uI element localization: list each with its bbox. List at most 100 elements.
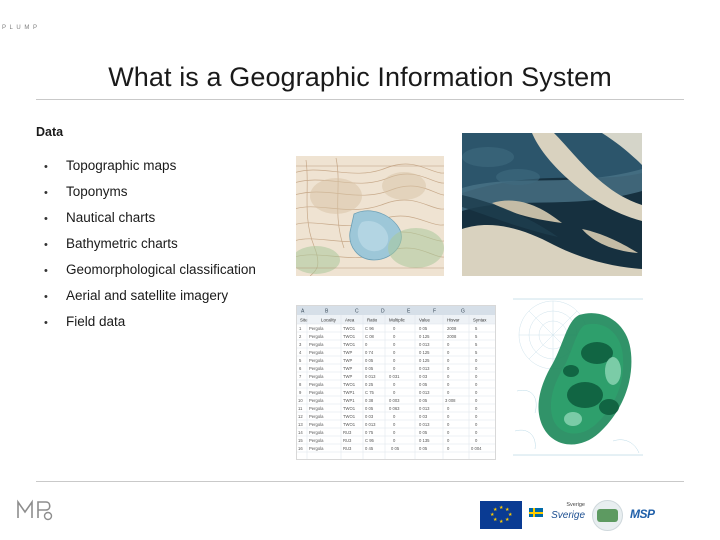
svg-text:12: 12	[298, 414, 303, 419]
organization-logo	[12, 496, 58, 532]
svg-text:RU3: RU3	[343, 438, 352, 443]
svg-text:0 45: 0 45	[365, 446, 374, 451]
bathymetric-chart-image	[513, 291, 643, 461]
svg-text:Locality: Locality	[321, 318, 337, 323]
svg-text:Pergola: Pergola	[309, 382, 324, 387]
svg-text:Pergola: Pergola	[309, 446, 324, 451]
svg-text:0 013: 0 013	[419, 342, 430, 347]
svg-text:C 75: C 75	[365, 390, 375, 395]
list-item-label: Bathymetric charts	[66, 236, 178, 251]
svg-text:0 03: 0 03	[365, 414, 374, 419]
svg-text:0 05: 0 05	[365, 358, 374, 363]
svg-text:0 135: 0 135	[419, 438, 430, 443]
svg-text:0 03: 0 03	[419, 414, 428, 419]
svg-text:Hisvar: Hisvar	[447, 318, 460, 323]
svg-text:D: D	[381, 309, 385, 315]
svg-text:0 05: 0 05	[419, 382, 428, 387]
sweden-logo: Sverige Sverige	[529, 501, 585, 529]
attribute-table-image: A B C D E F G Site Locality Area Ratio M…	[296, 305, 496, 460]
svg-text:Pergola: Pergola	[309, 374, 324, 379]
svg-text:0 003: 0 003	[389, 398, 400, 403]
eu-flag-icon: ★ ★ ★ ★ ★ ★ ★ ★	[480, 501, 522, 529]
svg-text:TWO1: TWO1	[343, 406, 356, 411]
bullet-marker-icon: •	[44, 265, 48, 277]
svg-text:Pergola: Pergola	[309, 398, 324, 403]
svg-text:Pergola: Pergola	[309, 350, 324, 355]
svg-text:0 063: 0 063	[389, 406, 400, 411]
svg-text:0 125: 0 125	[419, 350, 430, 355]
aerial-satellite-image	[462, 133, 642, 276]
list-item-label: Nautical charts	[66, 210, 156, 225]
svg-text:Pergola: Pergola	[309, 342, 324, 347]
bullet-marker-icon: •	[44, 161, 48, 173]
svg-text:TWO1: TWO1	[343, 382, 356, 387]
svg-text:0 013: 0 013	[419, 422, 430, 427]
svg-text:C 08: C 08	[365, 334, 375, 339]
svg-text:13: 13	[298, 422, 303, 427]
bullet-marker-icon: •	[44, 187, 48, 199]
svg-text:TWO1: TWO1	[343, 414, 356, 419]
list-item-label: Aerial and satellite imagery	[66, 288, 229, 303]
svg-text:C: C	[355, 309, 359, 315]
svg-text:Pergola: Pergola	[309, 430, 324, 435]
svg-text:Pergola: Pergola	[309, 334, 324, 339]
svg-text:Pergola: Pergola	[309, 366, 324, 371]
svg-text:2008: 2008	[447, 334, 457, 339]
svg-text:0 004: 0 004	[471, 446, 482, 451]
footer-divider	[36, 481, 684, 482]
svg-text:Syntax: Syntax	[473, 318, 487, 323]
bullet-marker-icon: •	[44, 213, 48, 225]
svg-text:0 013: 0 013	[365, 422, 376, 427]
round-logo-mark	[597, 508, 618, 522]
svg-text:TWP1: TWP1	[343, 390, 355, 395]
svg-text:Multiplic: Multiplic	[389, 318, 406, 323]
slide: What is a Geographic Information System …	[0, 0, 720, 540]
svg-text:TWP: TWP	[343, 358, 353, 363]
svg-text:0 75: 0 75	[365, 430, 374, 435]
svg-text:TWP: TWP	[343, 366, 353, 371]
svg-text:TWO1: TWO1	[343, 326, 356, 331]
msp-logo-text: MSP	[630, 507, 655, 521]
svg-text:0 05: 0 05	[391, 446, 400, 451]
svg-text:TWP: TWP	[343, 374, 353, 379]
svg-text:0 03: 0 03	[419, 374, 428, 379]
svg-text:11: 11	[298, 406, 303, 411]
bullet-marker-icon: •	[44, 291, 48, 303]
svg-text:0 05: 0 05	[419, 326, 428, 331]
svg-text:TWO1: TWO1	[343, 342, 356, 347]
svg-text:Pergola: Pergola	[309, 358, 324, 363]
institution-round-logo	[592, 499, 623, 531]
svg-text:10: 10	[298, 398, 303, 403]
svg-text:Pergola: Pergola	[309, 406, 324, 411]
svg-text:TWP: TWP	[343, 350, 353, 355]
list-item-label: Topographic maps	[66, 158, 177, 173]
svg-text:2008: 2008	[447, 326, 457, 331]
svg-text:0 125: 0 125	[419, 334, 430, 339]
svg-text:3 008: 3 008	[445, 398, 456, 403]
bullet-marker-icon: •	[44, 317, 48, 329]
svg-text:0 05: 0 05	[419, 430, 428, 435]
organization-logo-text: P L U M P	[2, 25, 39, 31]
msp-logo: MSP	[630, 503, 684, 527]
svg-text:TWO1: TWO1	[343, 422, 356, 427]
svg-text:0 013: 0 013	[365, 374, 376, 379]
svg-text:Pergola: Pergola	[309, 390, 324, 395]
sweden-flag-icon	[529, 508, 543, 517]
bullet-marker-icon: •	[44, 239, 48, 251]
svg-text:G: G	[461, 309, 465, 315]
partner-logos: ★ ★ ★ ★ ★ ★ ★ ★ Sverige Sverige MSP	[480, 499, 708, 531]
svg-text:Pergola: Pergola	[309, 326, 324, 331]
svg-text:0 25: 0 25	[365, 382, 374, 387]
svg-text:RU3: RU3	[343, 430, 352, 435]
svg-text:0 05: 0 05	[365, 366, 374, 371]
svg-text:RU3: RU3	[343, 446, 352, 451]
svg-text:Ratio: Ratio	[367, 318, 378, 323]
svg-text:15: 15	[298, 438, 303, 443]
svg-text:0 013: 0 013	[419, 406, 430, 411]
svg-text:Pergola: Pergola	[309, 414, 324, 419]
svg-text:Area: Area	[345, 318, 355, 323]
section-label: Data	[36, 125, 64, 139]
topographic-map-image	[296, 156, 444, 276]
svg-text:0 38: 0 38	[365, 398, 374, 403]
sweden-logo-title: Sverige	[551, 510, 585, 521]
